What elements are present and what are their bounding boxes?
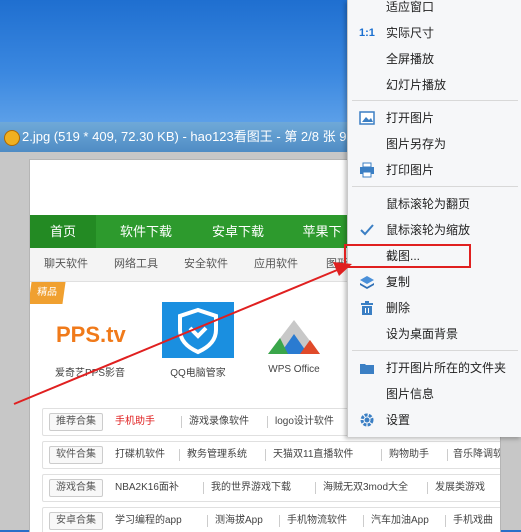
annotation-arrow <box>13 262 352 405</box>
